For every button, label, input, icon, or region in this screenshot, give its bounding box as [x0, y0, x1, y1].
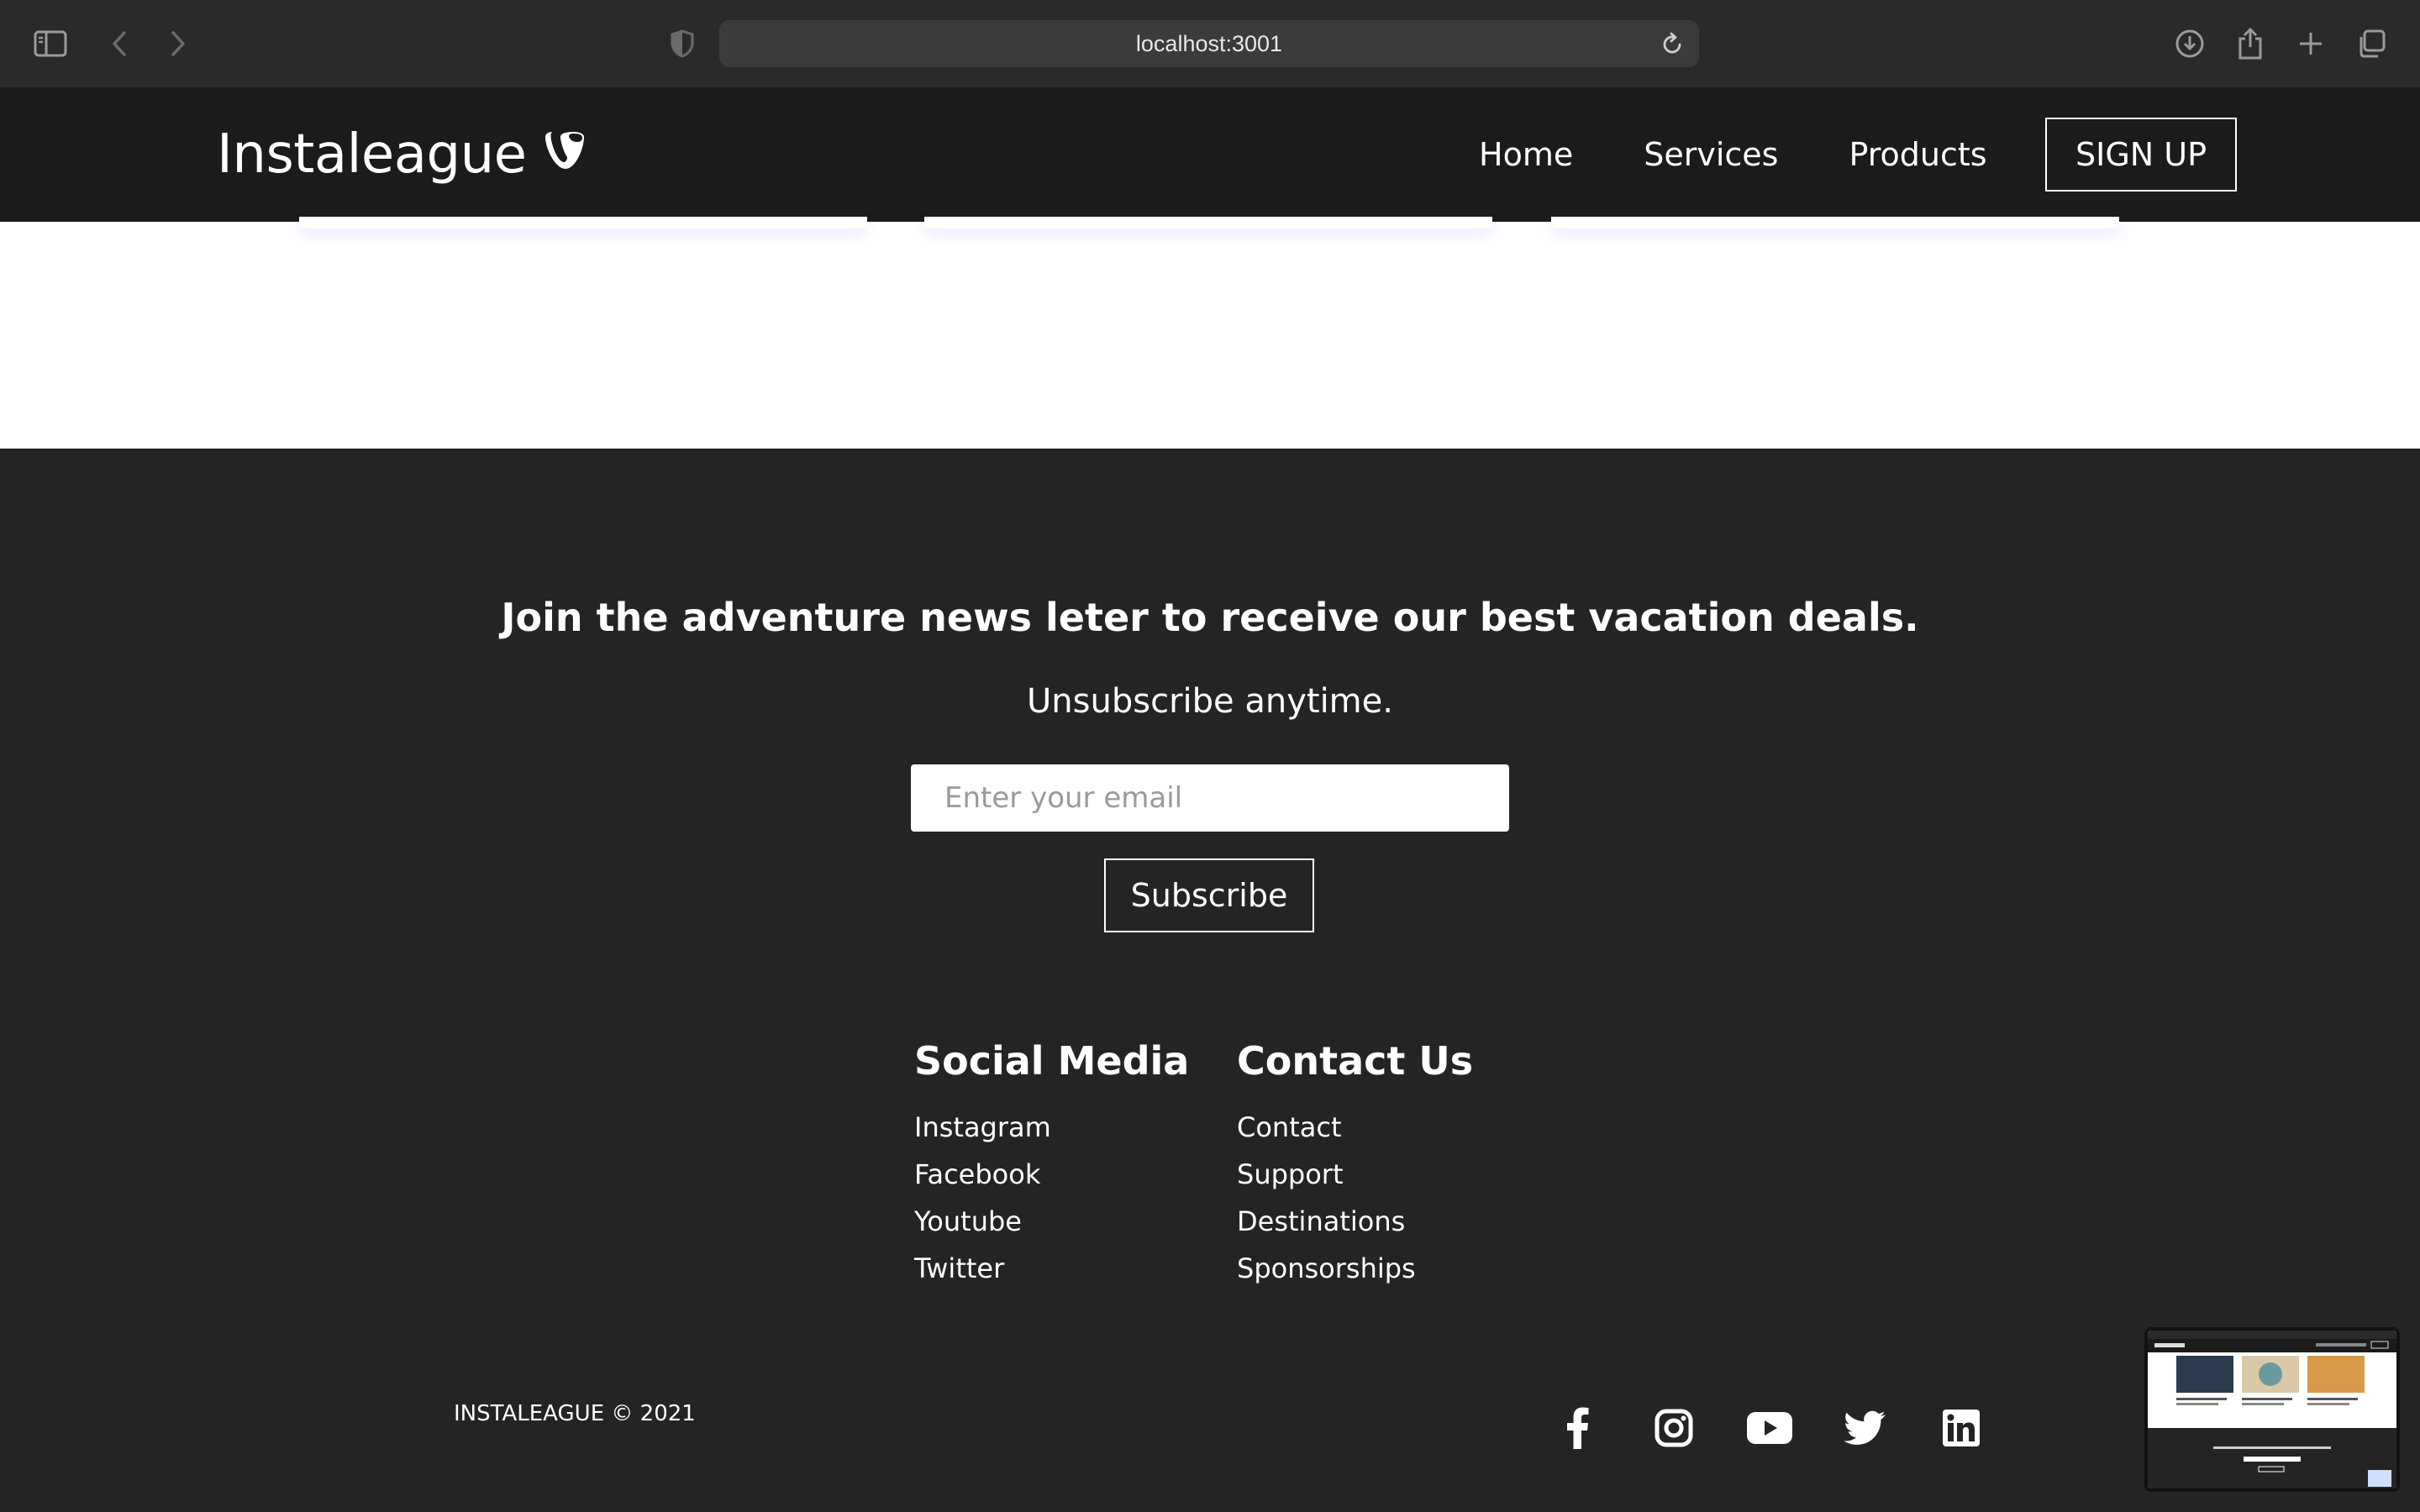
shield-icon[interactable] — [662, 24, 702, 64]
link-support[interactable]: Support — [1237, 1151, 1473, 1198]
nav-products[interactable]: Products — [1849, 136, 1986, 173]
site-header: Instaleague Home Services Products SIGN … — [0, 87, 2420, 222]
contact-us-column: Contact Us Contact Support Destinations … — [1237, 1038, 1473, 1292]
browser-toolbar: localhost:3001 — [0, 0, 2420, 87]
facebook-icon[interactable] — [1553, 1403, 1603, 1453]
logo[interactable]: Instaleague — [217, 121, 586, 188]
link-instagram[interactable]: Instagram — [914, 1104, 1189, 1151]
newsletter-title: Join the adventure news leter to receive… — [501, 595, 1919, 640]
link-youtube[interactable]: Youtube — [914, 1198, 1189, 1245]
card-bottom-edge — [924, 217, 1492, 228]
sidebar-icon[interactable] — [30, 24, 71, 64]
link-twitter[interactable]: Twitter — [914, 1245, 1189, 1292]
reload-icon[interactable] — [1655, 27, 1689, 60]
subscribe-button[interactable]: Subscribe — [1104, 858, 1314, 932]
youtube-icon[interactable] — [1744, 1403, 1795, 1453]
social-icons — [1553, 1398, 1986, 1458]
tabs-overview-icon[interactable] — [2351, 24, 2391, 64]
back-icon[interactable] — [99, 24, 139, 64]
link-facebook[interactable]: Facebook — [914, 1151, 1189, 1198]
social-media-column: Social Media Instagram Facebook Youtube … — [914, 1038, 1189, 1292]
main-nav: Home Services Products — [1479, 121, 1987, 188]
typo3-logo-icon — [540, 129, 586, 181]
copyright: INSTALEAGUE © 2021 — [454, 1401, 696, 1426]
sign-up-button[interactable]: SIGN UP — [2045, 118, 2237, 192]
card-bottom-edge — [299, 217, 867, 228]
address-bar[interactable]: localhost:3001 — [719, 20, 1699, 67]
link-contact[interactable]: Contact — [1237, 1104, 1473, 1151]
linkedin-icon[interactable] — [1936, 1403, 1986, 1453]
social-media-heading: Social Media — [914, 1038, 1190, 1084]
logo-text: Instaleague — [217, 123, 527, 186]
download-icon[interactable] — [2170, 24, 2210, 64]
share-icon[interactable] — [2230, 24, 2270, 64]
link-sponsorships[interactable]: Sponsorships — [1237, 1245, 1473, 1292]
nav-home[interactable]: Home — [1479, 136, 1573, 173]
newsletter-subtitle: Unsubscribe anytime. — [1027, 682, 1393, 721]
contact-us-heading: Contact Us — [1237, 1038, 1474, 1084]
card-bottom-edge — [1551, 217, 2119, 228]
forward-icon[interactable] — [158, 24, 198, 64]
link-destinations[interactable]: Destinations — [1237, 1198, 1473, 1245]
url-text: localhost:3001 — [1135, 30, 1283, 56]
screenshot-thumbnail[interactable] — [2144, 1327, 2400, 1492]
nav-services[interactable]: Services — [1644, 136, 1778, 173]
twitter-icon[interactable] — [1840, 1403, 1891, 1453]
content-area — [0, 217, 2420, 449]
new-tab-icon[interactable] — [2291, 24, 2331, 64]
email-input[interactable] — [911, 764, 1509, 832]
instagram-icon[interactable] — [1649, 1403, 1699, 1453]
